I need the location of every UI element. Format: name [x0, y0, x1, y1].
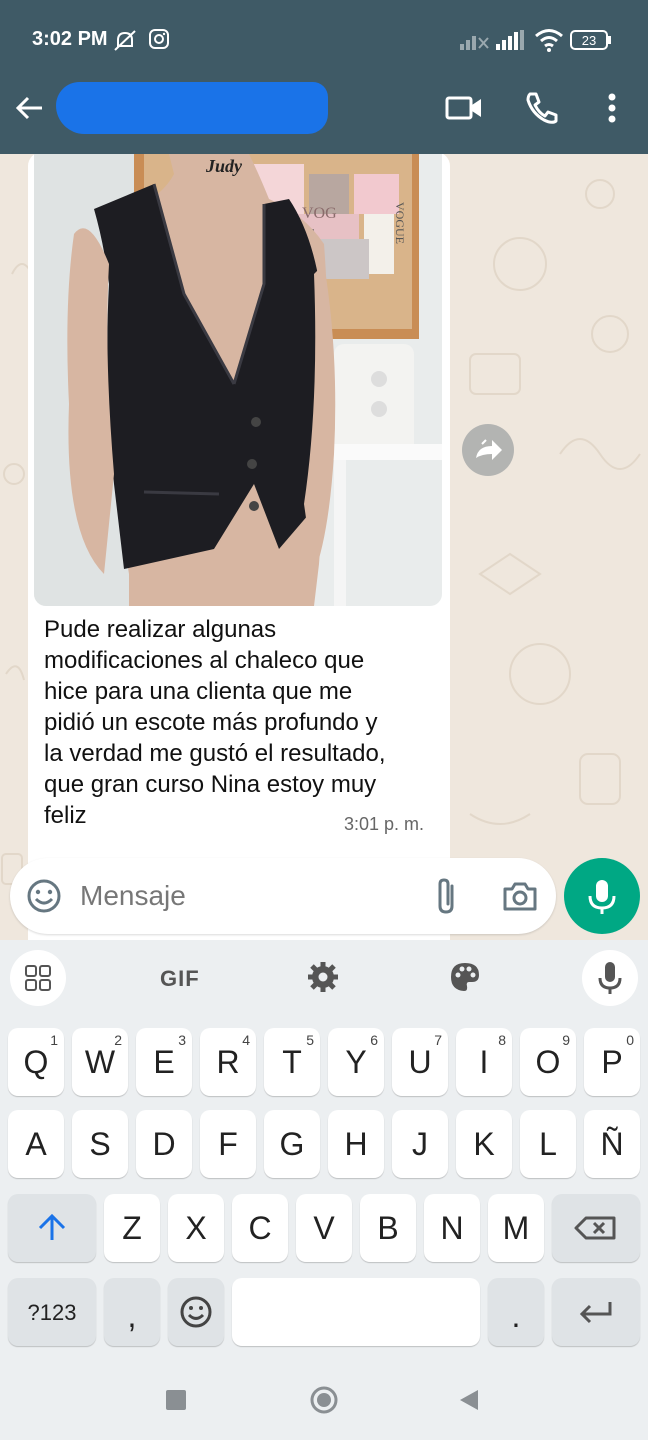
key-n-tilde[interactable]: Ñ	[584, 1110, 640, 1178]
shift-key[interactable]	[8, 1194, 96, 1262]
emoji-icon[interactable]	[24, 876, 64, 921]
mic-icon	[588, 880, 616, 914]
dnd-bell-off-icon	[112, 28, 138, 59]
keyboard-mic-icon	[598, 962, 622, 994]
vest-on-mannequin-image: VOG VOGUE Judy	[34, 154, 442, 606]
key-x[interactable]: X	[168, 1194, 224, 1262]
key-l[interactable]: L	[520, 1110, 576, 1178]
forward-icon	[476, 439, 502, 460]
video-call-icon[interactable]	[444, 88, 484, 128]
key-w[interactable]: 2W	[72, 1028, 128, 1096]
enter-icon	[579, 1302, 612, 1324]
key-v[interactable]: V	[296, 1194, 352, 1262]
grid-icon	[25, 965, 51, 991]
gif-button[interactable]: GIF	[160, 966, 200, 992]
comma-key[interactable]: ,	[104, 1278, 160, 1346]
voice-typing-button[interactable]	[582, 950, 638, 1006]
key-c[interactable]: C	[232, 1194, 288, 1262]
emoji-key[interactable]	[168, 1278, 224, 1346]
key-f[interactable]: F	[200, 1110, 256, 1178]
status-time: 3:02 PM	[32, 28, 108, 50]
settings-icon[interactable]	[306, 960, 340, 999]
palette-icon[interactable]	[448, 960, 482, 999]
status-bar: 3:02 PM 23	[0, 0, 648, 78]
period-key[interactable]: .	[488, 1278, 544, 1346]
message-input-placeholder[interactable]: Mensaje	[80, 880, 186, 912]
key-r[interactable]: 4R	[200, 1028, 256, 1096]
camera-icon[interactable]	[500, 876, 540, 921]
key-p[interactable]: 0P	[584, 1028, 640, 1096]
message-composer[interactable]: Mensaje	[10, 858, 556, 934]
key-k[interactable]: K	[456, 1110, 512, 1178]
phone-icon[interactable]	[522, 88, 562, 128]
key-j[interactable]: J	[392, 1110, 448, 1178]
signal-1-icon	[460, 30, 490, 55]
key-g[interactable]: G	[264, 1110, 320, 1178]
key-u[interactable]: 7U	[392, 1028, 448, 1096]
key-y[interactable]: 6Y	[328, 1028, 384, 1096]
more-vert-icon[interactable]	[592, 88, 632, 128]
key-t[interactable]: 5T	[264, 1028, 320, 1096]
home-icon[interactable]	[310, 1386, 338, 1419]
key-d[interactable]: D	[136, 1110, 192, 1178]
chat-header	[0, 78, 648, 154]
key-i[interactable]: 8I	[456, 1028, 512, 1096]
key-q[interactable]: 1Q	[8, 1028, 64, 1096]
key-a[interactable]: A	[8, 1110, 64, 1178]
message-photo[interactable]: VOG VOGUE Judy	[34, 154, 442, 606]
key-s[interactable]: S	[72, 1110, 128, 1178]
back-arrow-icon[interactable]	[12, 90, 48, 126]
back-nav-icon[interactable]	[458, 1388, 480, 1417]
photo-text-vogue: VOGUE	[393, 202, 407, 244]
key-z[interactable]: Z	[104, 1194, 160, 1262]
voice-message-button[interactable]	[564, 858, 640, 934]
recents-icon[interactable]	[166, 1390, 186, 1410]
battery-icon: 23	[570, 30, 612, 55]
wifi-icon	[534, 28, 564, 57]
contact-name-redacted[interactable]	[56, 82, 328, 134]
photo-text-vog: VOG	[302, 205, 337, 222]
app-top-bar: 3:02 PM 23	[0, 0, 648, 154]
forward-button[interactable]	[462, 424, 514, 476]
keyboard-emoji-icon	[180, 1296, 212, 1328]
space-key[interactable]	[232, 1278, 480, 1346]
shift-icon	[38, 1213, 66, 1240]
signal-2-icon	[496, 30, 526, 55]
photo-text-judy: Judy	[205, 156, 243, 176]
key-n[interactable]: N	[424, 1194, 480, 1262]
attach-icon[interactable]	[430, 876, 466, 921]
message-text: Pude realizar algunas modificaciones al …	[44, 616, 386, 829]
key-h[interactable]: H	[328, 1110, 384, 1178]
key-o[interactable]: 9O	[520, 1028, 576, 1096]
backspace-icon	[574, 1216, 616, 1240]
key-m[interactable]: M	[488, 1194, 544, 1262]
enter-key[interactable]	[552, 1278, 640, 1346]
system-nav-bar	[0, 1360, 648, 1440]
message-timestamp: 3:01 p. m.	[344, 814, 425, 834]
symbols-key[interactable]: ?123	[8, 1278, 96, 1346]
chat-area[interactable]: VOG VOGUE Judy Pude realizar algunas mod…	[0, 154, 648, 940]
backspace-key[interactable]	[552, 1194, 640, 1262]
key-e[interactable]: 3E	[136, 1028, 192, 1096]
battery-level: 23	[582, 33, 596, 48]
keyboard-menu-button[interactable]	[10, 950, 66, 1006]
key-b[interactable]: B	[360, 1194, 416, 1262]
instagram-icon	[148, 28, 170, 55]
